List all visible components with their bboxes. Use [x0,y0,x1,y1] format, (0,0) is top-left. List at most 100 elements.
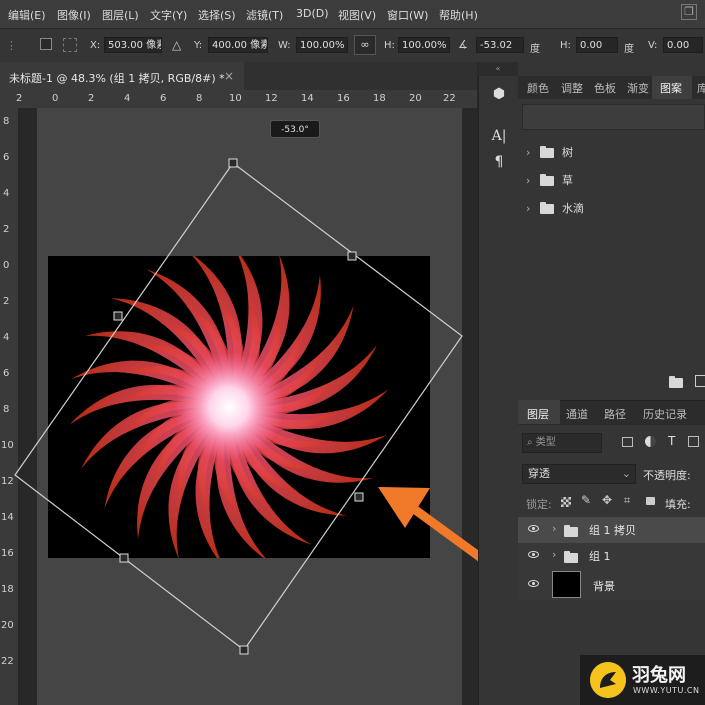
ruler-label: 8 [3,404,10,415]
3d-cube-icon[interactable]: ⬢ [489,84,509,104]
pattern-group-label: 草 [562,174,573,187]
document-tab-title: 未标题-1 @ 48.3% (组 1 拷贝, RGB/8#) * [9,72,225,85]
chevron-right-icon[interactable]: › [526,146,534,159]
layer-filter-select[interactable]: ⌕ 类型 [522,433,602,453]
folder-icon [540,146,554,158]
pattern-group-row[interactable]: › 树 [526,144,573,162]
lock-all-icon[interactable] [646,497,655,505]
tab-layers[interactable]: 图层 [527,406,549,422]
window-restore-icon[interactable]: ❐ [681,4,697,20]
eye-icon[interactable] [528,525,539,532]
menu-edit[interactable]: 编辑(E) [8,7,46,23]
angle-field[interactable]: -53.02 [476,37,524,53]
vskew-field[interactable]: 0.00 [663,37,703,53]
new-pattern-icon[interactable] [695,375,705,387]
tab-adjustments[interactable]: 调整 [561,80,583,96]
lock-artboard-icon[interactable]: ⌗ [624,494,630,508]
filter-adjustment-icon[interactable] [645,436,656,447]
collapse-panels-icon[interactable]: « [478,62,518,76]
ruler-vertical[interactable]: 8 6 4 2 0 2 4 6 8 10 12 14 16 18 20 22 [0,108,19,705]
vskew-label: V: [648,40,658,51]
x-field[interactable]: 503.00 像素 [104,37,162,53]
flower-image [69,256,389,558]
ruler-label: 6 [160,93,167,104]
tab-history[interactable]: 历史记录 [643,406,687,422]
eye-icon[interactable] [528,551,539,558]
ruler-horizontal[interactable]: 2 0 2 4 6 8 10 12 14 16 18 20 22 [0,90,477,109]
pattern-group-row[interactable]: › 水滴 [526,200,584,218]
pattern-search-input[interactable] [522,104,705,130]
pattern-group-row[interactable]: › 草 [526,172,573,190]
folder-icon [540,174,554,186]
menu-3d[interactable]: 3D(D) [296,7,329,20]
flower-artwork[interactable] [48,256,430,558]
chevron-right-icon[interactable]: › [552,522,556,535]
menu-type[interactable]: 文字(Y) [150,7,187,23]
w-field[interactable]: 100.00% [296,37,348,53]
hskew-field[interactable]: 0.00 [576,37,618,53]
chevron-right-icon[interactable]: › [526,202,534,215]
tab-gradients[interactable]: 渐变 [627,80,649,96]
y-field[interactable]: 400.00 像素 [208,37,268,53]
tab-patterns[interactable]: 图案 [660,80,682,96]
menu-image[interactable]: 图像(I) [57,7,91,23]
ruler-label: 6 [3,368,10,379]
tab-channels[interactable]: 通道 [566,406,588,422]
ruler-label: 2 [88,93,95,104]
ruler-label: 4 [3,332,10,343]
rabbit-logo-icon [590,662,626,698]
paragraph-icon[interactable]: ¶ [489,152,509,172]
eye-icon[interactable] [528,580,539,587]
ruler-label: 12 [1,476,14,487]
watermark-title: 羽兔网 [632,665,686,686]
tab-libraries[interactable]: 库 [697,80,705,96]
chevron-right-icon[interactable]: › [552,548,556,561]
layer-row[interactable]: 背景 [518,569,705,602]
tab-swatches[interactable]: 色板 [594,80,616,96]
layer-row[interactable]: › 组 1 拷贝 [518,517,705,544]
new-group-icon[interactable] [669,376,683,388]
tab-color[interactable]: 颜色 [527,80,549,96]
chevron-right-icon[interactable]: › [526,174,534,187]
ruler-label: 16 [1,548,14,559]
h-label: H: [384,40,395,51]
folder-icon [564,525,578,537]
pattern-group-label: 树 [562,146,573,159]
pattern-actions [662,375,705,390]
filter-pixel-icon[interactable] [622,437,633,447]
ruler-label: 4 [124,93,131,104]
h-field[interactable]: 100.00% [398,37,450,53]
fill-label: 填充: [665,498,691,511]
delta-icon[interactable]: △ [172,38,181,52]
layer-row[interactable]: › 组 1 [518,543,705,570]
close-icon[interactable]: × [224,69,234,83]
menu-window[interactable]: 窗口(W) [387,7,428,23]
menu-help[interactable]: 帮助(H) [439,7,478,23]
filter-shape-icon[interactable] [688,436,699,447]
ruler-label: 0 [52,93,59,104]
menu-select[interactable]: 选择(S) [198,7,236,23]
reference-point-icon[interactable] [63,38,77,52]
checkbox[interactable] [40,38,52,50]
menu-layer[interactable]: 图层(L) [102,7,139,23]
search-icon: ⌕ [527,437,536,448]
layer-name: 背景 [593,580,615,593]
x-label: X: [90,40,101,51]
filter-type-icon[interactable]: T [668,434,675,448]
menu-filter[interactable]: 滤镜(T) [246,7,283,23]
ruler-label: 12 [265,93,278,104]
blend-mode-select[interactable]: 穿透 ⌄ [522,464,636,484]
ruler-label: 22 [1,656,14,667]
ruler-label: 2 [3,296,10,307]
link-icon[interactable]: ∞ [354,35,376,55]
watermark-url: WWW.YUTU.CN [633,686,700,695]
lock-position-icon[interactable]: ✥ [602,493,612,507]
lock-pixels-icon[interactable]: ✎ [581,493,591,507]
character-icon[interactable]: A| [489,126,509,146]
menu-view[interactable]: 视图(V) [338,7,376,23]
ruler-label: 2 [16,93,23,104]
layer-name: 组 1 [589,550,611,563]
lock-transparent-icon[interactable] [561,497,571,507]
tab-paths[interactable]: 路径 [604,406,626,422]
ruler-label: 20 [1,620,14,631]
